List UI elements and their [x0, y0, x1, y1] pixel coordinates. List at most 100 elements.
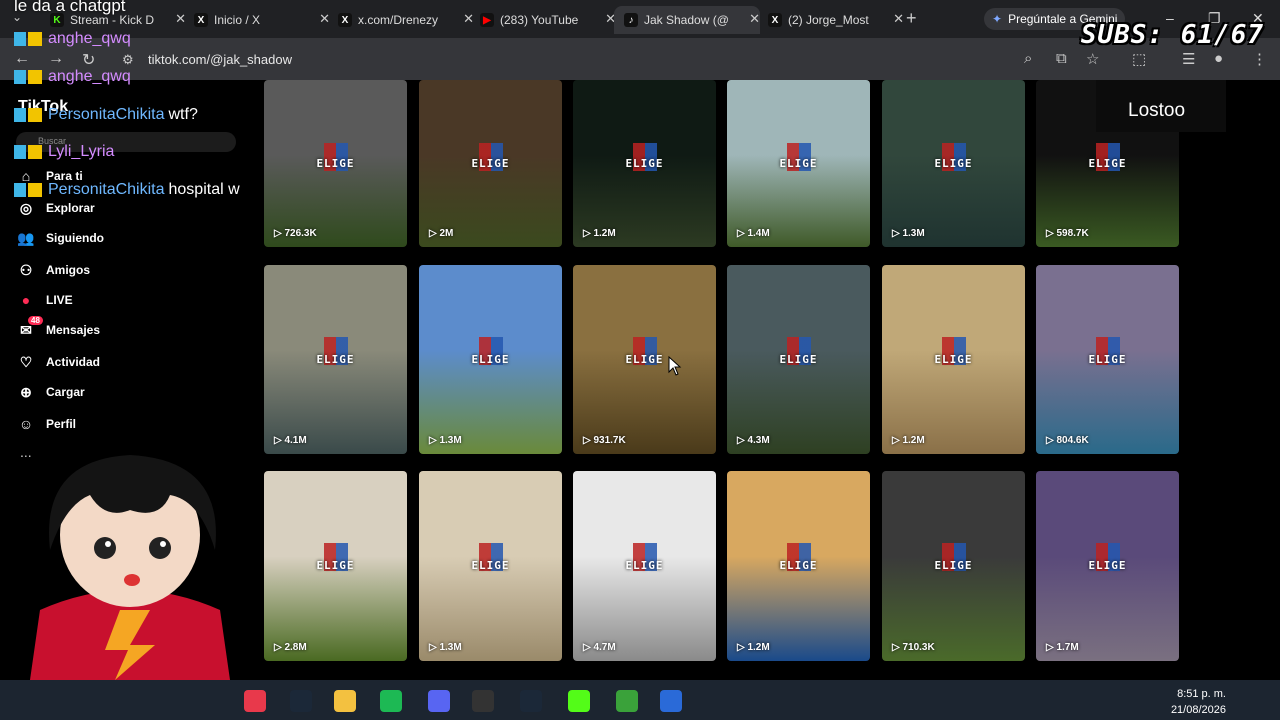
video-card[interactable]: ELIGE ▷ 931.7K: [573, 265, 716, 454]
clock-date: 21/08/2026: [1170, 704, 1226, 716]
valorant-icon[interactable]: [244, 690, 266, 712]
bookmark-star-icon[interactable]: ☆: [1086, 50, 1099, 68]
chat-text: wtf?: [168, 106, 198, 123]
video-title: ELIGE: [316, 559, 355, 572]
video-card[interactable]: ELIGE ▷ 726.3K: [264, 80, 407, 247]
sidebar-item-label: Perfil: [46, 417, 77, 431]
play-icon: ▷: [274, 435, 285, 446]
video-title: ELIGE: [471, 156, 510, 170]
video-card[interactable]: ELIGE ▷ 1.7M: [1036, 471, 1179, 661]
minecraft-icon[interactable]: [616, 690, 638, 712]
view-count: 1.3M: [439, 435, 462, 446]
chat-message: PersonitaChikita wtf?: [14, 106, 198, 124]
video-title: ELIGE: [934, 559, 973, 572]
video-title: ELIGE: [316, 156, 355, 170]
steam-icon[interactable]: [290, 690, 312, 712]
browser-menu-icon[interactable]: ⋮: [1252, 50, 1267, 68]
video-card[interactable]: ELIGE ▷ 4.1M: [264, 265, 407, 454]
play-icon: ▷: [583, 435, 594, 446]
tab-1[interactable]: X Inicio / X ✕: [184, 6, 330, 34]
tab-4[interactable]: ♪ Jak Shadow (@ ✕: [614, 6, 760, 34]
live-icon: ●: [21, 292, 31, 308]
tab-label: x.com/Drenezy: [358, 13, 439, 27]
profile-avatar-icon[interactable]: ●: [1214, 50, 1223, 67]
sidebar-item-label: LIVE: [46, 293, 73, 307]
chat-badge-icon: [14, 31, 26, 46]
video-card[interactable]: ELIGE ▷ 2.8M: [264, 471, 407, 661]
lostoo-overlay: Lostoo: [1096, 80, 1226, 132]
steam2-icon[interactable]: [520, 690, 542, 712]
epic-icon[interactable]: [472, 690, 494, 712]
chat-crown-icon: [28, 69, 42, 84]
spotify-icon[interactable]: [380, 690, 402, 712]
video-title: ELIGE: [471, 352, 510, 366]
video-card[interactable]: ELIGE ▷ 1.3M: [419, 265, 562, 454]
tab-label: (283) YouTube: [500, 13, 579, 27]
chat-message: anghe_qwq: [14, 30, 135, 48]
play-icon: ▷: [1046, 228, 1057, 239]
view-count: 1.2M: [593, 228, 616, 239]
install-app-icon[interactable]: ⧉: [1056, 50, 1067, 67]
tab-close-icon[interactable]: ✕: [893, 11, 904, 27]
video-card[interactable]: ELIGE ▷ 4.3M: [727, 265, 870, 454]
sidebar-item-live[interactable]: ● LIVE: [16, 290, 73, 310]
video-card[interactable]: ELIGE ▷ 710.3K: [882, 471, 1025, 661]
chat-username: Lyli_Lyria: [48, 143, 115, 160]
lostoo-label: Lostoo: [1128, 100, 1186, 121]
chat-username: anghe_qwq: [48, 68, 131, 85]
sidebar-item-label: Cargar: [46, 385, 85, 399]
video-card[interactable]: ELIGE ▷ 1.2M: [727, 471, 870, 661]
view-count: 1.4M: [747, 228, 770, 239]
site-settings-icon[interactable]: ⚙: [122, 52, 134, 68]
sidebar-item-amigos[interactable]: ⚇ Amigos: [16, 260, 90, 280]
kick-icon[interactable]: [568, 690, 590, 712]
tab-5[interactable]: X (2) Jorge_Most ✕: [758, 6, 904, 34]
system-clock[interactable]: 8:51 p. m. 21/08/2026: [1166, 686, 1226, 718]
video-card[interactable]: ELIGE ▷ 1.3M: [419, 471, 562, 661]
video-card[interactable]: ELIGE ▷ 4.7M: [573, 471, 716, 661]
video-title: ELIGE: [1088, 352, 1127, 366]
play-icon: ▷: [737, 642, 748, 653]
reload-button[interactable]: ↻: [82, 50, 95, 70]
x-icon: X: [338, 13, 352, 27]
forward-button[interactable]: →: [48, 50, 64, 68]
view-count: 804.6K: [1056, 435, 1089, 446]
video-title: ELIGE: [625, 559, 664, 572]
tab-2[interactable]: Xx.com/Drenezy ✕: [328, 6, 474, 34]
video-card[interactable]: ELIGE ▷ 1.4M: [727, 80, 870, 247]
sidebar-item-label: Explorar: [46, 201, 95, 215]
sidebar-item-siguiendo[interactable]: 👥 Siguiendo: [16, 228, 104, 248]
play-icon: ▷: [429, 642, 440, 653]
chat-username: PersonitaChikita: [48, 181, 165, 198]
back-button[interactable]: ←: [14, 50, 30, 68]
video-card[interactable]: ELIGE ▷ 804.6K: [1036, 265, 1179, 454]
sidebar-item-mensajes[interactable]: ✉ Mensajes 48: [16, 316, 100, 340]
files-icon[interactable]: [334, 690, 356, 712]
reading-list-icon[interactable]: ☰: [1182, 50, 1195, 68]
following-icon: 👥: [17, 229, 35, 246]
tab-3[interactable]: ▶ (283) YouTube ✕: [470, 6, 616, 34]
chat-crown-icon: [28, 31, 42, 46]
view-count: 598.7K: [1056, 228, 1089, 239]
sidebar-item-actividad[interactable]: ♡ Actividad: [16, 352, 100, 372]
sidebar-item-perfil[interactable]: ☺ Perfil: [16, 414, 76, 434]
video-card[interactable]: ELIGE ▷ 1.2M: [573, 80, 716, 247]
discord-icon[interactable]: [428, 690, 450, 712]
zoom-icon[interactable]: ⌕: [1024, 50, 1032, 67]
video-card[interactable]: ELIGE ▷ 2M: [419, 80, 562, 247]
sidebar-item-cargar[interactable]: ⊕ Cargar: [16, 382, 85, 402]
chat-username: PersonitaChikita: [48, 106, 165, 123]
chat-badge-icon: [14, 69, 26, 84]
view-count: 1.2M: [902, 435, 925, 446]
app-icon[interactable]: [660, 690, 682, 712]
video-card[interactable]: ELIGE ▷ 1.3M: [882, 80, 1025, 247]
sidebar-item-explorar[interactable]: ◎ Explorar: [16, 198, 95, 218]
upload-icon: ⊕: [20, 383, 32, 400]
url-field[interactable]: tiktok.com/@jak_shadow: [148, 52, 292, 67]
extensions-icon[interactable]: ⬚: [1132, 50, 1146, 68]
view-count: 710.3K: [902, 642, 935, 653]
new-tab-button[interactable]: +: [906, 8, 917, 29]
view-count: 2M: [439, 228, 454, 239]
video-card[interactable]: ELIGE ▷ 1.2M: [882, 265, 1025, 454]
overlay-top-text: le da a chatgpt: [14, 0, 126, 15]
